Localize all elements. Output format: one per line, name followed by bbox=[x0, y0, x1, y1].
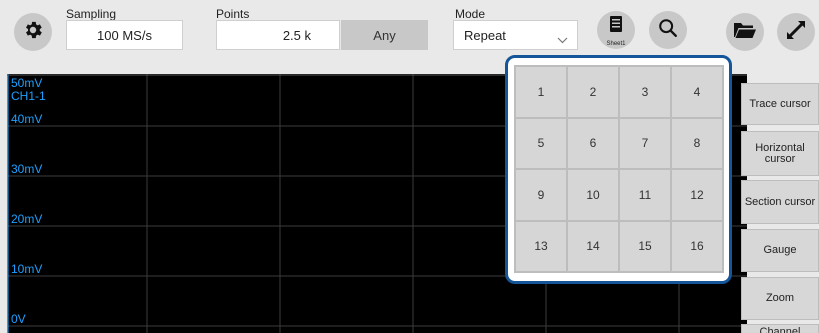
channel-button[interactable]: Channel bbox=[741, 324, 819, 333]
grid-cell-14[interactable]: 14 bbox=[568, 221, 618, 271]
grid-cell-16[interactable]: 16 bbox=[672, 221, 722, 271]
y-label-0v: 0V bbox=[11, 312, 26, 326]
grid-cell-10[interactable]: 10 bbox=[568, 170, 618, 220]
chevron-down-icon bbox=[557, 32, 568, 47]
trace-cursor-button[interactable]: Trace cursor bbox=[741, 83, 819, 125]
y-label-40mv: 40mV bbox=[11, 112, 43, 126]
expand-button[interactable] bbox=[777, 13, 815, 51]
grid-cell-11[interactable]: 11 bbox=[620, 170, 670, 220]
sheet-label: Sheet1 bbox=[606, 41, 626, 47]
points-value: 2.5 k bbox=[282, 27, 311, 43]
gear-icon bbox=[22, 19, 44, 46]
sheet-select-popup: 1 2 3 4 5 6 7 8 9 10 11 12 13 14 15 16 bbox=[505, 55, 732, 284]
grid-cell-7[interactable]: 7 bbox=[620, 118, 670, 168]
points-label: Points bbox=[216, 7, 250, 21]
open-folder-button[interactable] bbox=[726, 13, 764, 51]
grid-cell-5[interactable]: 5 bbox=[516, 118, 566, 168]
zoom-button[interactable]: Zoom bbox=[741, 277, 819, 320]
y-label-30mv: 30mV bbox=[11, 162, 43, 176]
y-label-20mv: 20mV bbox=[11, 212, 43, 226]
settings-button[interactable] bbox=[14, 13, 52, 51]
points-field[interactable]: 2.5 k bbox=[216, 20, 340, 50]
y-label-10mv: 10mV bbox=[11, 262, 43, 276]
grid-cell-12[interactable]: 12 bbox=[672, 170, 722, 220]
sampling-label: Sampling bbox=[66, 7, 117, 21]
expand-icon bbox=[785, 19, 807, 46]
mode-label: Mode bbox=[455, 7, 486, 21]
section-cursor-button[interactable]: Section cursor bbox=[741, 180, 819, 224]
mode-select[interactable]: Repeat bbox=[453, 20, 578, 50]
sheet-icon bbox=[609, 15, 623, 38]
sheet-grid: 1 2 3 4 5 6 7 8 9 10 11 12 13 14 15 16 bbox=[514, 65, 724, 273]
grid-cell-3[interactable]: 3 bbox=[620, 67, 670, 117]
grid-cell-1[interactable]: 1 bbox=[516, 67, 566, 117]
channel-label: CH1-1 bbox=[11, 89, 46, 103]
mode-value: Repeat bbox=[464, 27, 506, 43]
grid-cell-15[interactable]: 15 bbox=[620, 221, 670, 271]
sampling-field[interactable]: 100 MS/s bbox=[66, 20, 183, 50]
sheet-button[interactable]: Sheet1 bbox=[597, 11, 635, 49]
any-button[interactable]: Any bbox=[341, 20, 428, 50]
search-icon bbox=[657, 17, 679, 44]
sampling-value: 100 MS/s bbox=[97, 27, 152, 43]
grid-cell-13[interactable]: 13 bbox=[516, 221, 566, 271]
horizontal-cursor-button[interactable]: Horizontal cursor bbox=[741, 131, 819, 176]
gauge-button[interactable]: Gauge bbox=[741, 229, 819, 272]
grid-cell-4[interactable]: 4 bbox=[672, 67, 722, 117]
search-button[interactable] bbox=[649, 11, 687, 49]
folder-icon bbox=[733, 20, 757, 45]
grid-cell-9[interactable]: 9 bbox=[516, 170, 566, 220]
grid-cell-8[interactable]: 8 bbox=[672, 118, 722, 168]
grid-cell-6[interactable]: 6 bbox=[568, 118, 618, 168]
grid-cell-2[interactable]: 2 bbox=[568, 67, 618, 117]
